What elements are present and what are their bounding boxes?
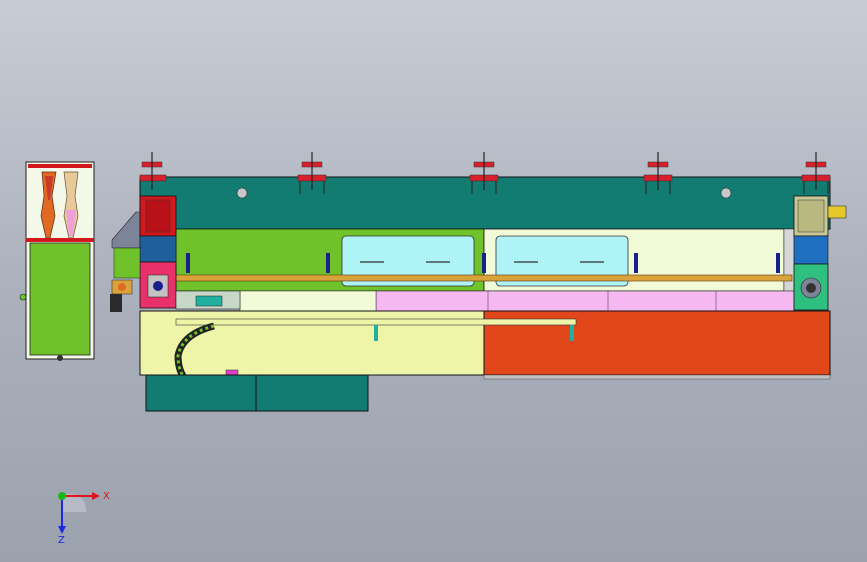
marker bbox=[482, 253, 486, 273]
x-axis-label: X bbox=[103, 491, 110, 502]
brass-rail bbox=[175, 274, 793, 282]
pink-rail bbox=[375, 290, 795, 312]
beam-hole-right bbox=[720, 187, 732, 199]
cad-viewport[interactable]: X Z bbox=[0, 0, 867, 562]
marker bbox=[186, 253, 190, 273]
marker bbox=[326, 253, 330, 273]
left-end-block[interactable] bbox=[110, 195, 177, 312]
side-cabinet[interactable] bbox=[19, 161, 95, 361]
cabinet-lower-panel bbox=[29, 242, 91, 356]
cabinet-divider bbox=[26, 238, 94, 242]
z-axis-label: Z bbox=[58, 535, 65, 546]
marker bbox=[776, 253, 780, 273]
marker bbox=[634, 253, 638, 273]
base-frame bbox=[145, 374, 369, 412]
beam-hole-left bbox=[236, 187, 248, 199]
main-machine[interactable] bbox=[110, 152, 847, 412]
top-beam bbox=[139, 176, 831, 230]
right-end-block[interactable] bbox=[793, 195, 847, 311]
y-axis-dot bbox=[58, 492, 66, 500]
carriage bbox=[175, 290, 241, 310]
lower-rail bbox=[175, 318, 577, 326]
axis-triad: X Z bbox=[58, 491, 110, 546]
